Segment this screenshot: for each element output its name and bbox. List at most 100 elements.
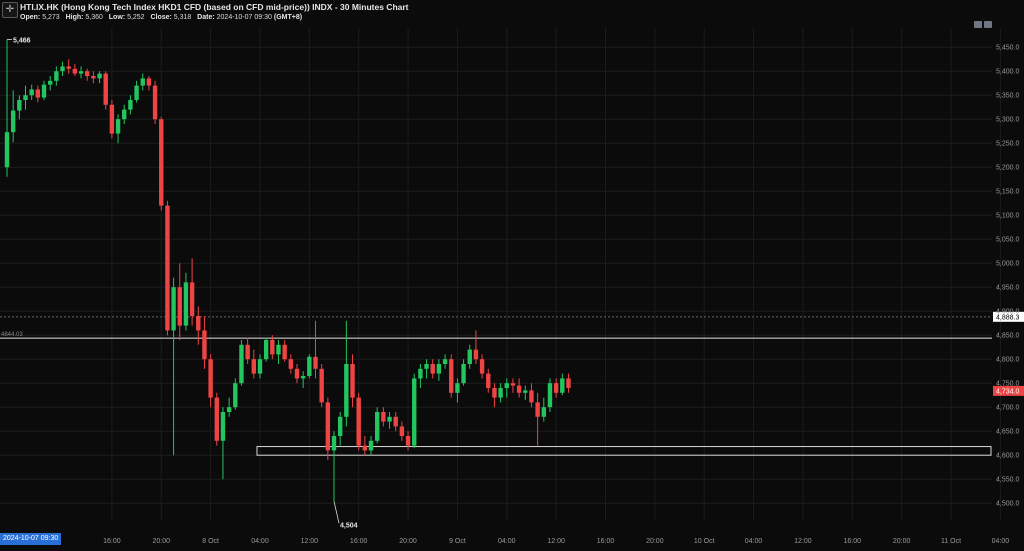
candle-body [214, 397, 219, 441]
candle-body [85, 71, 90, 76]
y-tick-label: 4,900.0 [996, 309, 1019, 316]
candle-body [23, 95, 28, 100]
candle-body [66, 66, 71, 69]
candle-body [350, 364, 355, 398]
camera-icon[interactable] [974, 21, 982, 28]
candle-body [152, 85, 158, 120]
candle-body [313, 356, 318, 369]
y-tick-label: 4,950.0 [996, 285, 1019, 292]
x-tick-label: 12:00 [301, 538, 319, 545]
x-tick-label: 16:00 [103, 538, 121, 545]
candle-body [202, 330, 207, 360]
x-tick-label: 04:00 [498, 538, 516, 545]
candle-body [319, 368, 324, 403]
y-tick-label: 4,800.0 [996, 357, 1019, 364]
candle-body [412, 378, 417, 446]
candle-body [418, 368, 423, 379]
candle-body [498, 388, 503, 398]
candle-body [547, 383, 553, 408]
candle-body [4, 132, 10, 168]
ohlc-readout: Open: 5,273 High: 5,360 Low: 5,252 Close… [20, 14, 303, 21]
ohlc-low: 5,252 [127, 14, 145, 21]
ohlc-high: 5,360 [85, 14, 103, 21]
crosshair-icon[interactable]: ✛ [2, 2, 18, 18]
candle-body [523, 390, 528, 393]
y-tick-label: 5,150.0 [996, 189, 1019, 196]
candlestick-series [4, 39, 571, 502]
x-tick-label: 04:00 [251, 538, 269, 545]
candle-body [541, 407, 546, 417]
candle-body [362, 445, 368, 451]
candle-body [41, 84, 47, 98]
candle-body [356, 397, 361, 446]
x-tick-label: 10 Oct [694, 538, 715, 545]
candle-body [461, 364, 466, 384]
candle-body [140, 78, 145, 86]
price-axis[interactable]: 4,500.04,550.04,600.04,650.04,700.04,750… [993, 45, 1024, 508]
x-tick-label: 20:00 [152, 538, 170, 545]
x-tick-label: 04:00 [992, 538, 1010, 545]
candle-body [276, 344, 281, 355]
candle-body [115, 119, 121, 134]
candle-body [54, 71, 59, 81]
y-tick-label: 5,400.0 [996, 69, 1019, 76]
candle-body [399, 426, 405, 436]
candle-body [325, 402, 331, 451]
y-tick-label: 5,050.0 [996, 237, 1019, 244]
candle-body [239, 344, 244, 384]
candle-body [529, 390, 534, 403]
price-levels[interactable]: 4,888.34844.03 [0, 311, 1024, 339]
y-tick-label: 5,300.0 [996, 117, 1019, 124]
candle-body [78, 71, 84, 74]
x-tick-label: 8 Oct [202, 538, 219, 545]
candle-body [504, 383, 509, 388]
candle-body [171, 287, 176, 331]
candle-body [257, 359, 263, 374]
candle-body [35, 89, 41, 98]
candle-body [566, 378, 571, 388]
candle-body [375, 412, 380, 441]
y-tick-label: 5,350.0 [996, 93, 1019, 100]
x-tick-label: 16:00 [844, 538, 862, 545]
candle-body [405, 436, 411, 446]
y-tick-label: 5,000.0 [996, 261, 1019, 268]
candle-body [226, 407, 232, 412]
candle-body [72, 68, 78, 74]
ohlc-open: 5,273 [42, 14, 60, 21]
settings-icon[interactable] [984, 21, 992, 28]
y-tick-label: 5,100.0 [996, 213, 1019, 220]
candle-body [103, 73, 108, 105]
candle-body [430, 364, 435, 374]
level-label: 4844.03 [1, 332, 23, 338]
candle-body [29, 89, 34, 96]
y-tick-label: 4,650.0 [996, 429, 1019, 436]
x-tick-label: 16:00 [350, 538, 368, 545]
ohlc-date: 2024-10-07 09:30 [216, 14, 272, 21]
candle-body [337, 416, 343, 436]
candle-body [387, 416, 392, 422]
cursor-date-badge: 2024-10-07 09:30 [0, 533, 62, 545]
y-tick-label: 4,700.0 [996, 405, 1019, 412]
candle-body [331, 436, 337, 451]
chart-header: ✛ HTI.IX.HK (Hong Kong Tech Index HKD1 C… [0, 0, 1024, 28]
candle-body [196, 316, 201, 331]
candle-body [208, 359, 213, 398]
time-axis[interactable]: 16:00 20:00 8 Oct 04:00 12:00 16:00 20:00 9 Oct… [103, 538, 1009, 545]
y-tick-label: 4,600.0 [996, 453, 1019, 460]
candle-body [473, 349, 479, 360]
x-tick-label: 9 Oct [449, 538, 466, 545]
candle-body [442, 359, 448, 364]
candle-body [344, 364, 349, 417]
price-chart[interactable]: 4,888.34844.03 5,466 4,504 4,500.0 4,550.0… [0, 0, 1024, 551]
candle-body [220, 412, 226, 441]
support-zone[interactable] [256, 446, 992, 456]
candle-body [282, 344, 287, 360]
candle-body [486, 373, 491, 388]
candle-body [60, 66, 65, 72]
candle-body [122, 109, 127, 120]
x-tick-label: 20:00 [893, 538, 911, 545]
candle-body [97, 73, 102, 79]
candle-body [307, 356, 312, 376]
candle-body [146, 78, 152, 86]
candle-body [177, 287, 182, 326]
